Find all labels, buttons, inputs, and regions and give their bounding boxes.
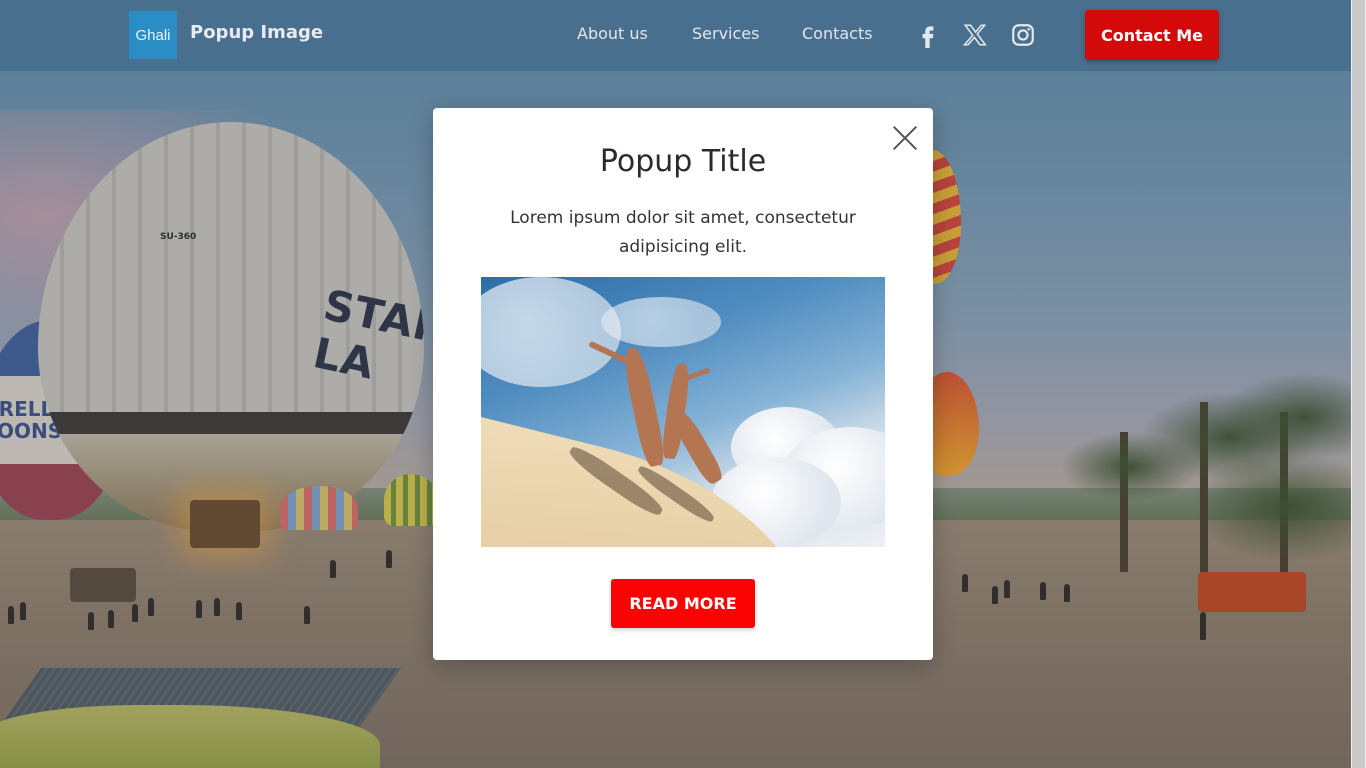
popup-text: Lorem ipsum dolor sit amet, consectetur … (510, 208, 856, 257)
x-icon[interactable] (960, 20, 990, 50)
scrollbar-thumb[interactable] (1352, 0, 1365, 768)
popup-modal: Popup Title Lorem ipsum dolor sit amet, … (433, 108, 933, 660)
contact-me-button[interactable]: Contact Me (1085, 10, 1219, 60)
page-scrollbar[interactable] (1351, 0, 1366, 768)
nav-link-services[interactable]: Services (692, 24, 759, 43)
logo[interactable]: Ghali (129, 11, 177, 59)
popup-image (481, 277, 885, 547)
nav-link-contacts[interactable]: Contacts (802, 24, 873, 43)
facebook-icon[interactable] (913, 20, 943, 50)
read-more-button[interactable]: READ MORE (611, 579, 755, 628)
nav-link-about[interactable]: About us (577, 24, 648, 43)
navbar: Ghali Popup Image About us Services Cont… (0, 0, 1351, 71)
brand-name[interactable]: Popup Image (190, 22, 323, 43)
instagram-icon[interactable] (1008, 20, 1038, 50)
popup-title: Popup Title (599, 144, 767, 179)
